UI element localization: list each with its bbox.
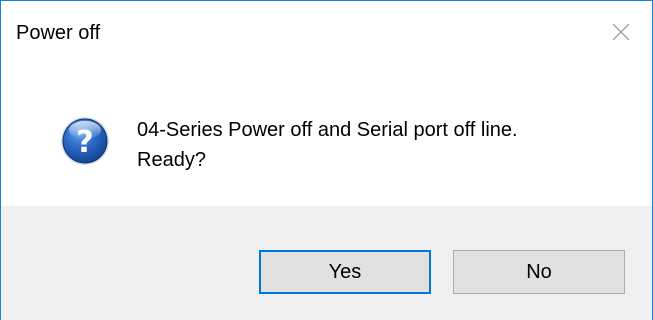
yes-button[interactable]: Yes bbox=[259, 250, 431, 294]
close-icon bbox=[612, 23, 630, 41]
no-button[interactable]: No bbox=[453, 250, 625, 294]
window-title: Power off bbox=[16, 22, 101, 44]
button-bar: Yes No bbox=[1, 206, 652, 320]
svg-text:?: ? bbox=[76, 125, 93, 160]
dialog-content: ? 04-Series Power off and Serial port of… bbox=[1, 65, 652, 205]
message-text: 04-Series Power off and Serial port off … bbox=[137, 119, 518, 171]
question-icon: ? bbox=[61, 117, 109, 165]
close-button[interactable] bbox=[590, 1, 652, 63]
power-off-dialog: Power off ? 04-Series Power off and Seri… bbox=[0, 0, 653, 320]
title-bar[interactable]: Power off bbox=[1, 1, 652, 65]
